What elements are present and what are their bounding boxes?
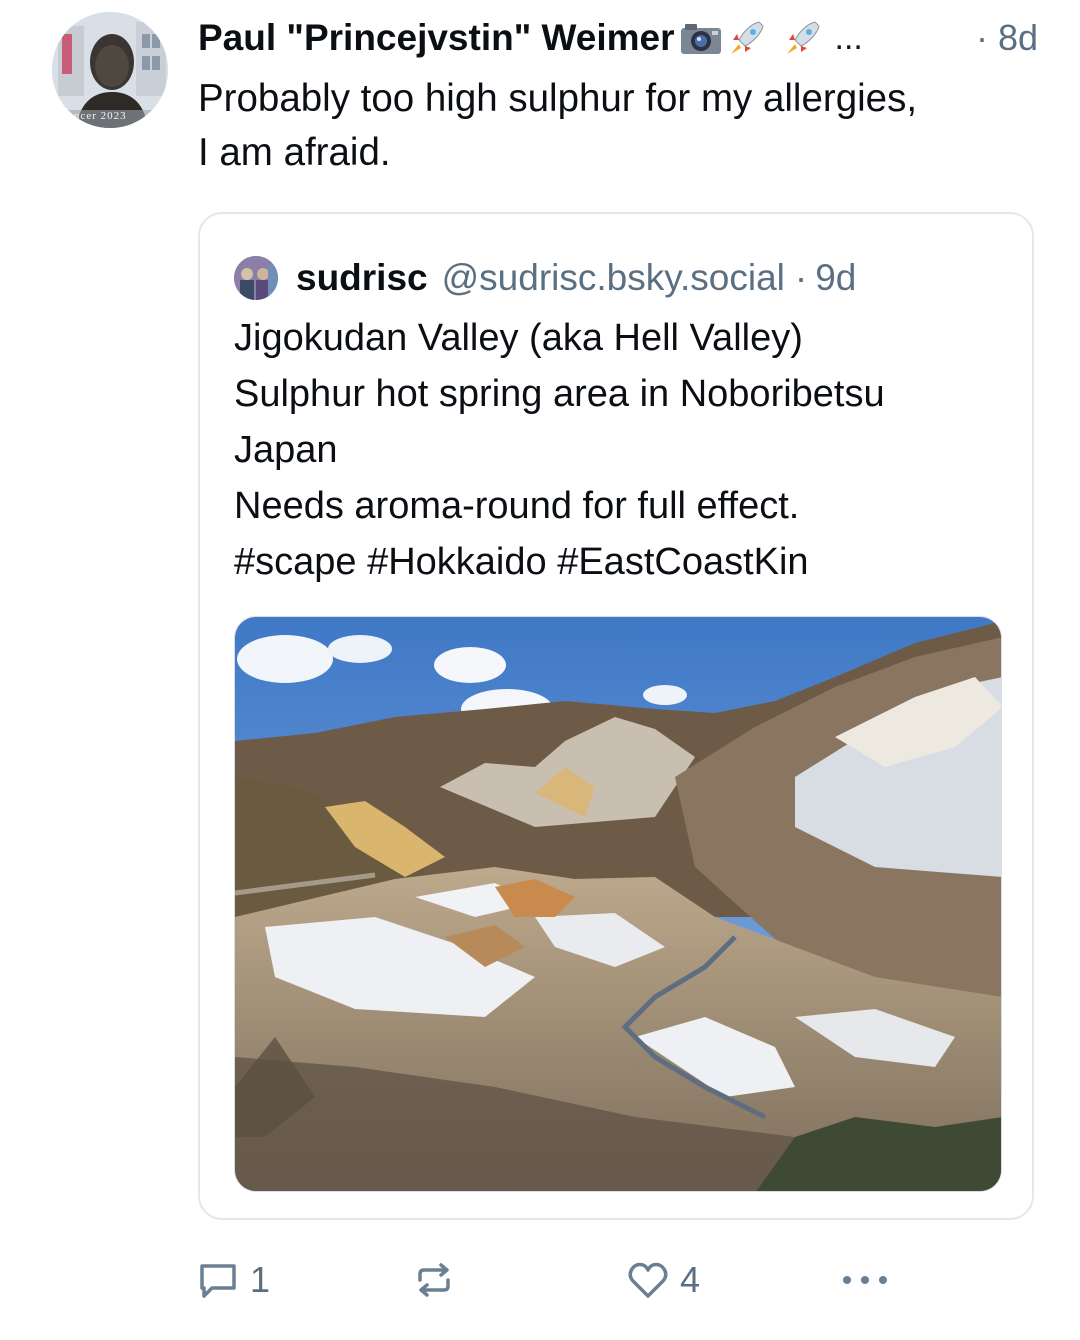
- quoted-author-avatar[interactable]: [234, 256, 278, 300]
- quoted-text-line: Sulphur hot spring area in Noboribetsu: [234, 373, 885, 415]
- author-name[interactable]: Paul "Princejvstin" Weimer: [198, 17, 675, 59]
- avatar-caption: ncer 2023: [74, 110, 127, 122]
- more-icon: [843, 1276, 887, 1284]
- reply-count: 1: [250, 1259, 271, 1300]
- quoted-image[interactable]: [234, 616, 1002, 1192]
- post-time[interactable]: · 8d: [976, 17, 1038, 59]
- quoted-separator: ·: [794, 257, 808, 298]
- quoted-text: Jigokudan Valley (aka Hell Valley) Sulph…: [234, 310, 1024, 590]
- repost-button[interactable]: [412, 1248, 466, 1312]
- quoted-author-handle[interactable]: @sudrisc.bsky.social: [442, 257, 785, 299]
- quoted-text-line: #scape #Hokkaido #EastCoastKin: [234, 541, 809, 583]
- author-emojis: [679, 18, 825, 58]
- author-avatar[interactable]: ncer 2023: [52, 12, 168, 128]
- more-options-button[interactable]: [838, 1248, 892, 1312]
- rocket-icon: [730, 21, 764, 54]
- post-text-line: Probably too high sulphur for my allergi…: [198, 77, 918, 120]
- like-count: 4: [680, 1259, 701, 1300]
- valley-landscape-image: [235, 617, 1001, 1191]
- reply-button[interactable]: 1: [196, 1248, 270, 1312]
- quoted-text-line: Japan: [234, 429, 338, 471]
- reply-icon: [200, 1264, 236, 1298]
- quoted-time[interactable]: 9d: [815, 257, 856, 299]
- camera-icon: [680, 24, 721, 54]
- quoted-post[interactable]: sudrisc @sudrisc.bsky.social · 9d Jigoku…: [198, 212, 1034, 1220]
- post-text-line: I am afraid.: [198, 131, 391, 174]
- post-text: Probably too high sulphur for my allergi…: [198, 72, 1048, 180]
- quoted-header: sudrisc @sudrisc.bsky.social · 9d: [296, 250, 856, 306]
- heart-icon: [628, 1262, 668, 1298]
- post-header: Paul "Princejvstin" Weimer ... · 8d: [198, 12, 1038, 64]
- quoted-text-line: Jigokudan Valley (aka Hell Valley): [234, 317, 803, 359]
- quoted-avatar-photo: [234, 256, 278, 300]
- name-truncation: ...: [834, 18, 863, 57]
- repost-icon: [418, 1263, 450, 1297]
- quoted-text-line: Needs aroma-round for full effect.: [234, 485, 800, 527]
- like-button[interactable]: 4: [626, 1248, 700, 1312]
- rocket-icon: [786, 21, 820, 54]
- post-actions: 1 4: [0, 1248, 1080, 1312]
- quoted-author-name[interactable]: sudrisc: [296, 257, 428, 299]
